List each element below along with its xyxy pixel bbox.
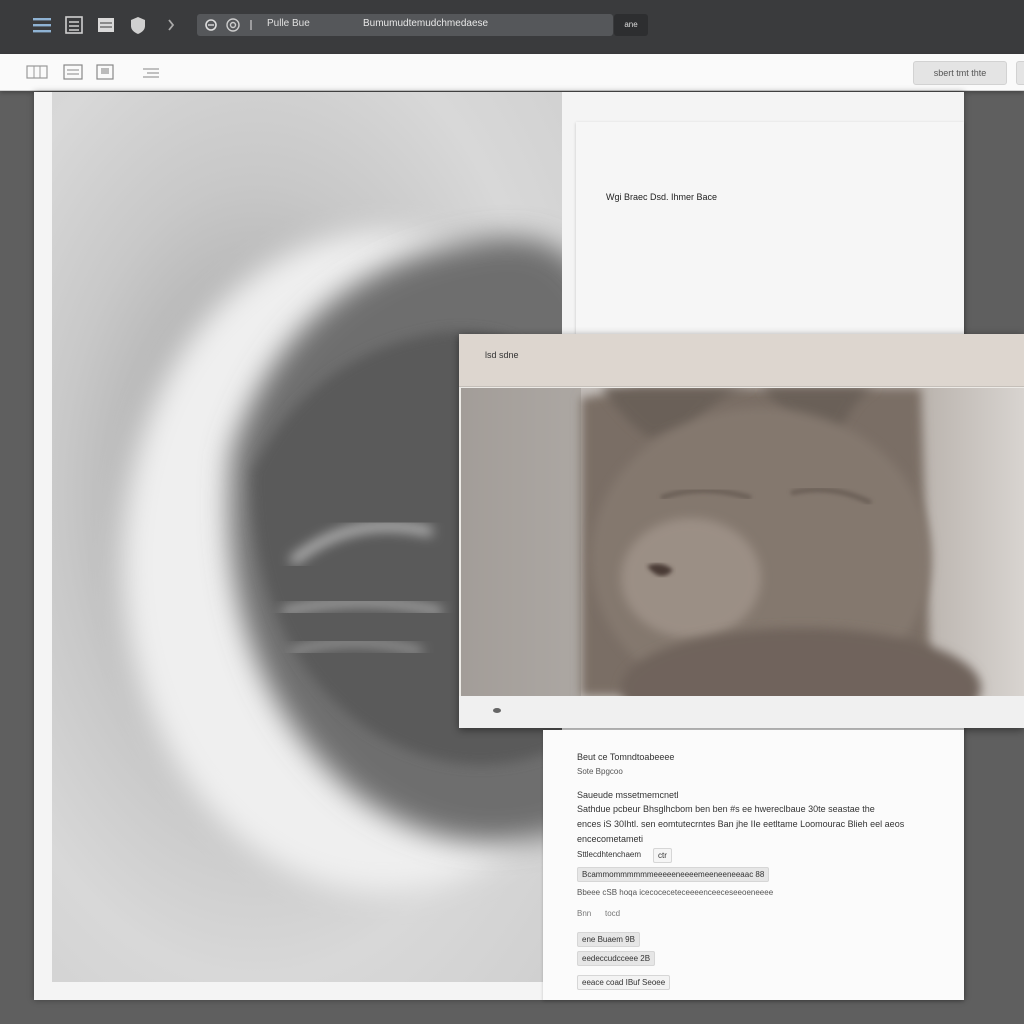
search-bar[interactable]: Pulle Bue Bumumudtemudchmedaese [197,14,613,36]
doc-tag-b[interactable]: eedeccudcceee 2B [577,951,656,966]
frame-icon[interactable] [95,64,117,80]
search-prefix-text: Pulle Bue [267,18,310,29]
toolbar-action-button[interactable]: sbert tmt thte [913,61,1007,85]
secondary-toolbar: sbert tmt thte [0,54,1024,91]
toolbar-overflow-button[interactable] [1016,61,1024,85]
grid-icon[interactable] [26,64,48,80]
doc-field-label: Sttlecdhtenchaem [577,850,642,859]
search-query-text: Bumumudtemudchmedaese [363,18,489,29]
align-icon[interactable] [139,64,161,80]
doc-line-6: encecometameti [577,834,644,844]
image-window-header[interactable]: lsd sdne [459,334,1024,387]
image-viewer-window[interactable]: lsd sdne [459,334,1024,728]
document-title: Wgi Braec Dsd. Ihmer Bace [606,192,718,202]
link-icon [205,19,217,31]
doc-small-label-1: Bnn [577,909,592,918]
cat-image [461,388,1024,696]
chevron-icon[interactable] [160,14,182,36]
text-cursor-icon [250,20,252,30]
doc-tag-a[interactable]: ene Buaem 9B [577,932,640,947]
top-app-bar: Pulle Bue Bumumudtemudchmedaese ane [0,0,1024,54]
target-icon [226,18,240,32]
list-icon[interactable] [63,14,85,36]
doc-line-5: ences iS 30Ihtl. sen eomtutecrntes Ban j… [577,819,905,829]
zoom-indicator[interactable]: ane [614,14,648,36]
doc-input-field[interactable]: Bcammommmmmmeeeeeneeeemeeneeneeaac 88 [577,867,770,882]
document-panel-bottom: Beut ce Tomndtoabeeee Sote Bpgcoo Saueud… [543,730,964,1000]
cat-photo [461,388,1024,696]
doc-line-1: Beut ce Tomndtoabeeee [577,752,675,762]
doc-line-2: Sote Bpgcoo [577,767,623,776]
page-indicator-dot[interactable] [493,708,501,713]
document-panel-top: Wgi Braec Dsd. Ihmer Bace [576,122,964,334]
image-icon[interactable] [62,64,84,80]
doc-line-3: Saueude mssetmemcnetl [577,790,679,800]
doc-line-4: Sathdue pcbeur Bhsglhcbom ben ben #s ee … [577,804,875,814]
image-window-footer [459,696,1024,728]
doc-footer-button[interactable]: eeace coad IBuf Seoee [577,975,671,990]
doc-small-label-2: tocd [605,909,621,918]
image-window-title: lsd sdne [485,350,519,360]
doc-field-badge[interactable]: ctr [653,848,672,863]
document-icon[interactable] [95,14,117,36]
menu-icon[interactable] [31,14,53,36]
doc-line-7: Bbeee cSB hoqa icecoceceteceeeenceecesee… [577,888,774,897]
shield-icon[interactable] [127,14,149,36]
